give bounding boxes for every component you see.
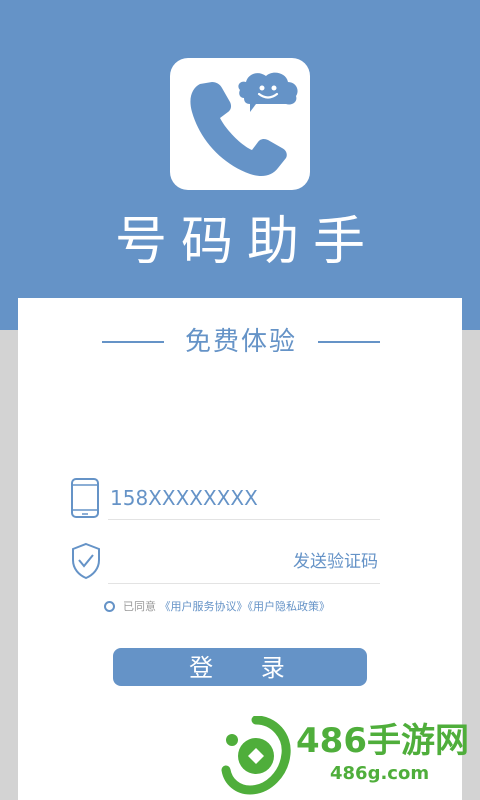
watermark-text: 486手游网 [296, 721, 469, 761]
code-field-underline [108, 583, 380, 584]
agreement-row: 已同意 《用户服务协议》《用户隐私政策》 [104, 598, 330, 616]
login-button[interactable]: 登 录 [113, 648, 367, 686]
shield-check-icon [72, 542, 100, 580]
watermark-url: 486g.com [330, 763, 430, 784]
terms-link[interactable]: 《用户服务协议》 [160, 600, 248, 613]
section-title: 免费体验 [184, 327, 297, 357]
mobile-phone-icon [71, 478, 99, 518]
phone-with-chat-bubble-icon [170, 58, 310, 190]
send-code-button[interactable]: 发送验证码 [293, 550, 378, 574]
verification-code-field: 发送验证码 [70, 542, 380, 584]
agreement-radio[interactable] [104, 600, 115, 612]
watermark-logo-icon [221, 716, 291, 795]
watermark: 486手游网 486g.com [220, 712, 480, 800]
app-title: 号码助手 [114, 212, 379, 272]
header-banner: 号码助手 [0, 0, 480, 330]
phone-number-value[interactable]: 158XXXXXXXX [110, 484, 258, 512]
privacy-link[interactable]: 《用户隐私政策》 [248, 600, 331, 613]
verification-code-input[interactable] [110, 542, 260, 582]
phone-field-underline [108, 519, 380, 520]
divider-right [318, 341, 380, 343]
phone-field[interactable]: 158XXXXXXXX [70, 478, 380, 520]
agreement-prefix: 已同意 [123, 600, 156, 613]
divider-left [102, 341, 164, 343]
section-heading: 免费体验 [18, 326, 462, 358]
